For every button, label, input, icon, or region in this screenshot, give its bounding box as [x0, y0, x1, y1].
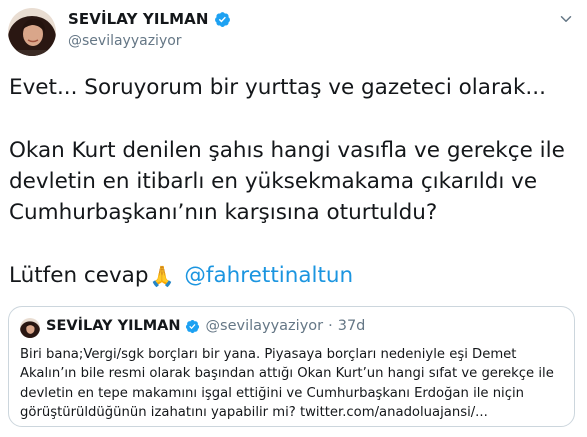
- tweet-last-line: Lütfen cevap🙏 @fahrettinaltun: [9, 260, 579, 292]
- tweet-line: Cumhurbaşkanı’nın karşısına oturtuldu?: [9, 200, 438, 226]
- header-separator: ·: [328, 318, 333, 334]
- tweet-line-break: [9, 228, 579, 259]
- verified-badge-icon: [185, 319, 199, 333]
- tweet-line: Evet... Soruyorum bir yurttaş ve gazetec…: [9, 75, 546, 100]
- tweet-text: Evet... Soruyorum bir yurttaş ve gazetec…: [9, 72, 579, 292]
- quoted-tweet-text: Biri bana;Vergi/sgk borçları bir yana. P…: [20, 345, 568, 423]
- quoted-author-handle: @sevilayyaziyor: [205, 318, 324, 334]
- quoted-tweet-line: Biri bana;Vergi/sgk borçları bir yana. P…: [20, 347, 517, 362]
- author-avatar[interactable]: [8, 8, 56, 56]
- mention-link[interactable]: @fahrettinaltun: [184, 263, 353, 288]
- quoted-author-avatar: [20, 318, 40, 338]
- author-name-row: SEVİLAY YILMAN: [68, 10, 231, 28]
- quoted-tweet-time[interactable]: 37d: [338, 318, 366, 334]
- tweet-line: Okan Kurt denilen şahıs hangi vasıfla ve…: [9, 137, 565, 163]
- quoted-tweet-line: görüştürüldüğünün izahatını yapabilir mi…: [20, 405, 488, 421]
- author-handle[interactable]: @sevilayyaziyor: [68, 33, 182, 49]
- quoted-tweet-line: devletin en tepe makamını işgal ettiğini…: [20, 385, 524, 401]
- verified-badge-icon: [214, 11, 230, 27]
- tweet-header: SEVİLAY YILMAN @sevilayyaziyor: [0, 0, 587, 60]
- tweet-line-break: [9, 103, 579, 134]
- quoted-tweet-header: SEVİLAY YILMAN @sevilayyaziyor · 37d: [46, 318, 365, 334]
- quoted-tweet-line: Akalın’ın bile resmi olarak başından att…: [20, 366, 554, 382]
- chevron-down-icon[interactable]: [557, 10, 575, 28]
- author-display-name[interactable]: SEVİLAY YILMAN: [68, 10, 209, 28]
- folded-hands-emoji: 🙏: [149, 263, 175, 288]
- quoted-tweet-card[interactable]: SEVİLAY YILMAN @sevilayyaziyor · 37d Bir…: [8, 306, 575, 427]
- quoted-author-name: SEVİLAY YILMAN: [46, 318, 181, 334]
- tweet-line: devletin en itibarlı en yüksekmakama çık…: [9, 168, 538, 194]
- tweet-line-text: Lütfen cevap: [9, 262, 149, 288]
